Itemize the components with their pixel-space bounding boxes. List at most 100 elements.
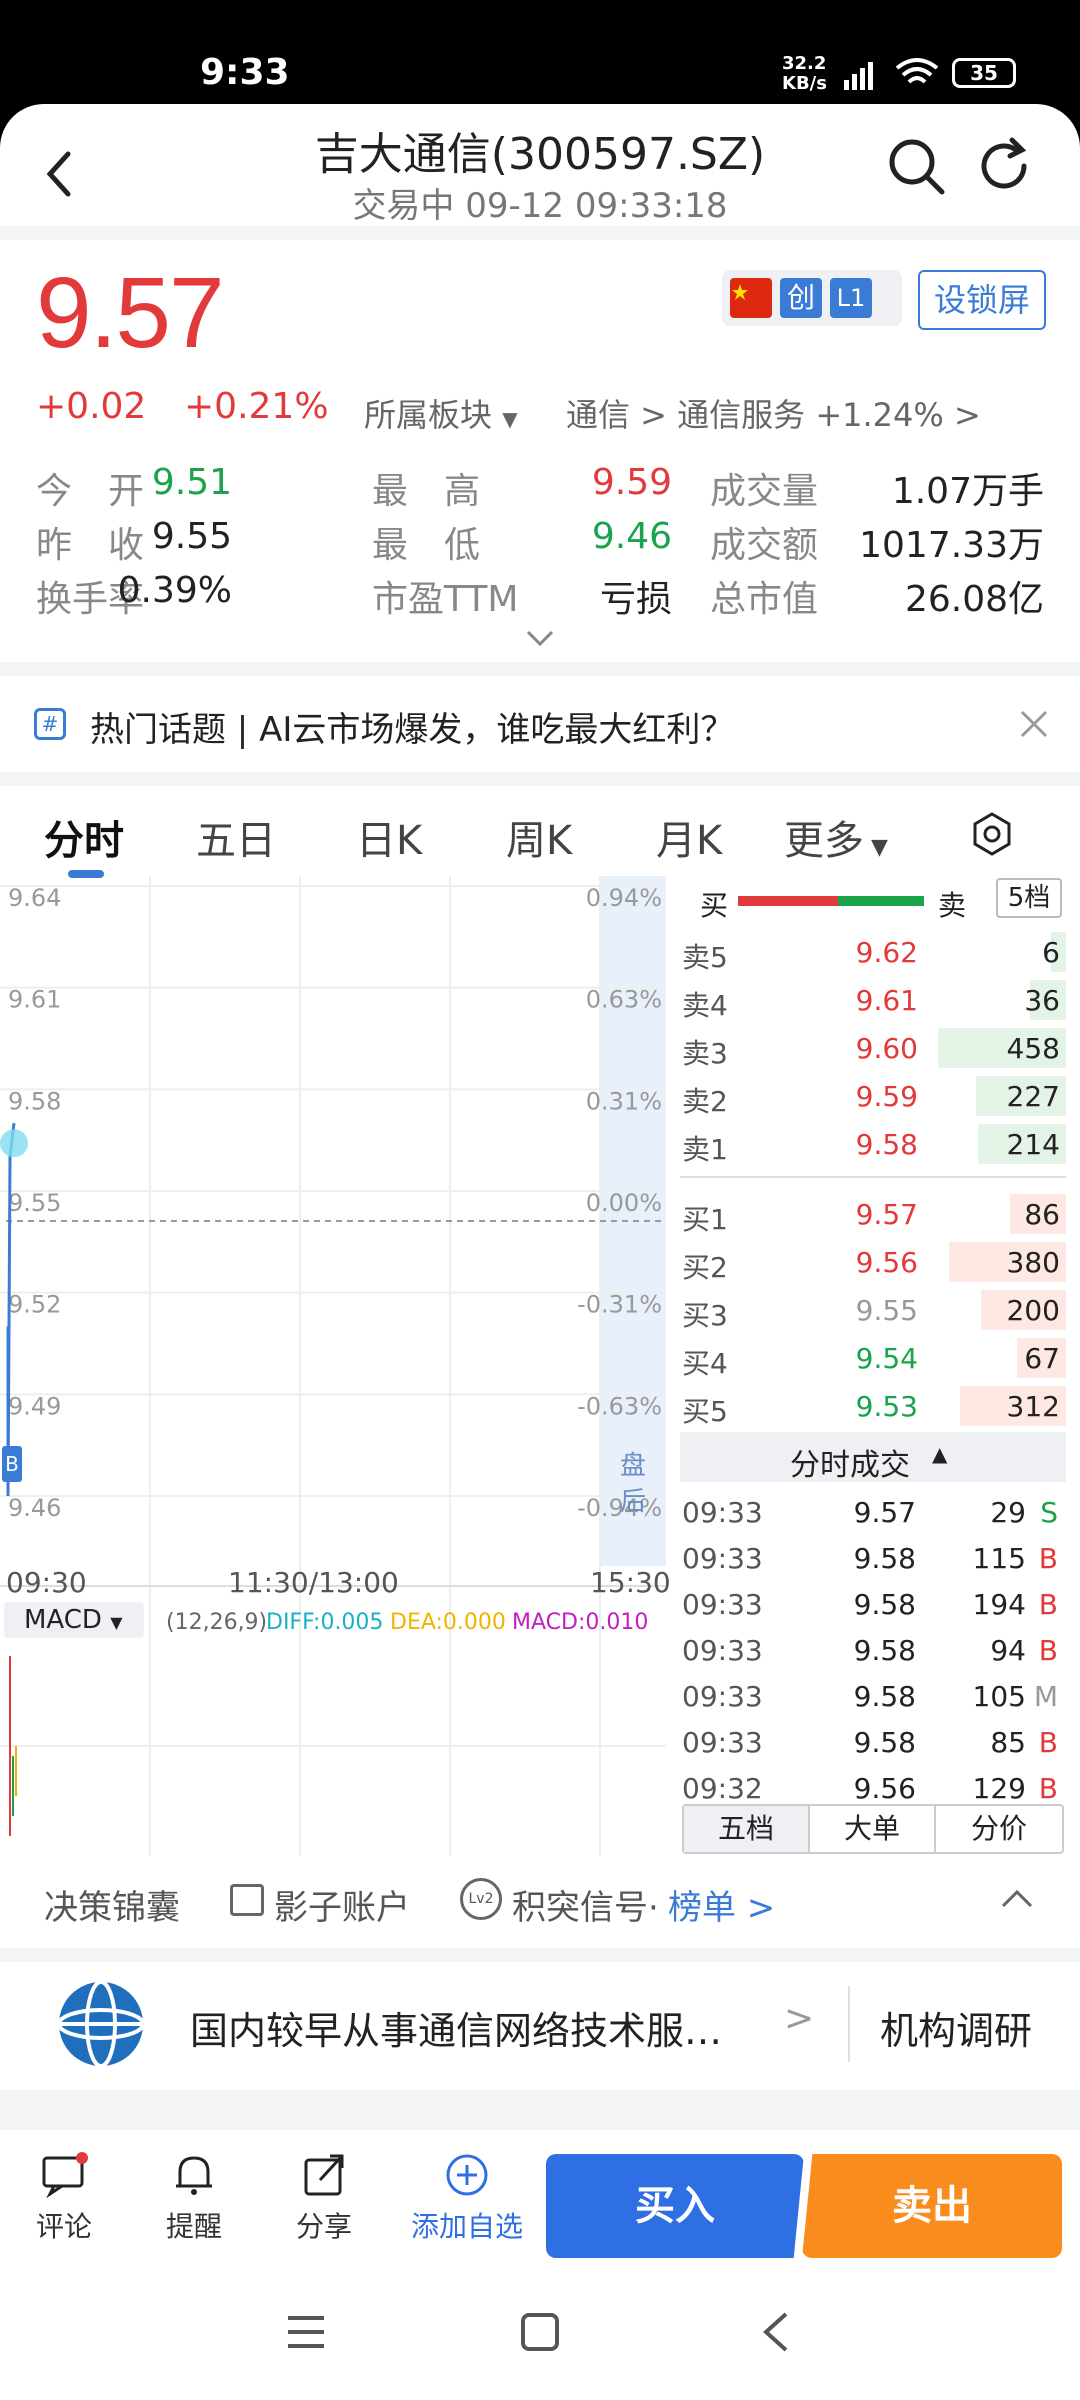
- y-tick-percent-label: 0.00%: [586, 1189, 662, 1217]
- trade-price: 9.58: [853, 1680, 916, 1713]
- trade-time: 09:33: [682, 1496, 763, 1529]
- trade-price: 9.56: [853, 1772, 916, 1805]
- net-speed-value: 32.2: [782, 53, 827, 74]
- ranking-link[interactable]: 榜单 >: [668, 1880, 775, 1929]
- tab-five-day[interactable]: 五日: [196, 808, 276, 866]
- subtab-price-distribution[interactable]: 分价: [936, 1806, 1062, 1852]
- price-change-percent: +0.21%: [184, 386, 329, 427]
- orderbook-row[interactable]: 卖3 9.60 458: [680, 1024, 1066, 1072]
- macd-selector[interactable]: MACD ▼: [4, 1602, 144, 1638]
- decision-kit-link[interactable]: 决策锦囊: [44, 1880, 180, 1929]
- y-tick-label: 9.49: [8, 1392, 61, 1420]
- add-watchlist-button[interactable]: 添加自选: [400, 2152, 534, 2245]
- trade-time: 09:33: [682, 1588, 763, 1621]
- set-lock-screen-button[interactable]: 设锁屏: [918, 270, 1046, 330]
- tools-strip: 决策锦囊 影子账户 Lv2 积突信号· 榜单 >: [0, 1856, 1080, 1948]
- search-icon[interactable]: [884, 134, 948, 198]
- trade-side: B: [1038, 1634, 1058, 1667]
- wifi-icon: [895, 58, 939, 84]
- section-divider: [0, 1948, 1080, 1962]
- share-icon: [304, 2154, 344, 2196]
- macd-name: MACD: [24, 1605, 102, 1635]
- subtab-five-levels[interactable]: 五档: [684, 1806, 810, 1852]
- status-time: 9:33: [200, 52, 290, 93]
- level-label: 卖5: [682, 941, 728, 974]
- refresh-icon[interactable]: [972, 134, 1036, 198]
- trade-side: B: [1038, 1726, 1058, 1759]
- section-divider: [0, 226, 1080, 240]
- buy-button[interactable]: 买入: [546, 2154, 804, 2258]
- stat-value: 9.46: [591, 516, 672, 557]
- stat-label: 最 低: [372, 525, 481, 566]
- alert-label: 提醒: [165, 2210, 222, 2243]
- tab-monthly-k[interactable]: 月K: [656, 808, 722, 866]
- orderbook-row[interactable]: 买2 9.56 380: [680, 1238, 1066, 1286]
- levels-button[interactable]: 5档: [996, 878, 1062, 918]
- level-price: 9.53: [855, 1390, 918, 1423]
- stat-label: 市盈TTM: [372, 579, 519, 620]
- level-volume: 380: [1006, 1246, 1060, 1279]
- level-label: 买4: [682, 1347, 728, 1380]
- trades-header[interactable]: 分时成交 ▲: [680, 1432, 1066, 1483]
- alert-button[interactable]: 提醒: [144, 2152, 244, 2245]
- stat-label: 昨 收: [36, 525, 145, 566]
- add-watchlist-label: 添加自选: [410, 2210, 523, 2243]
- menu-icon[interactable]: [286, 2314, 326, 2350]
- y-tick-percent-label: 0.63%: [586, 986, 662, 1014]
- level-volume: 67: [1024, 1342, 1060, 1375]
- tab-daily-k[interactable]: 日K: [356, 808, 422, 866]
- y-tick-label: 9.46: [8, 1494, 61, 1522]
- level-label: 买2: [682, 1251, 728, 1284]
- tab-intraday[interactable]: 分时: [44, 808, 124, 866]
- home-square-icon[interactable]: [520, 2312, 560, 2352]
- section-divider: [0, 772, 1080, 786]
- subtab-big-orders[interactable]: 大单: [810, 1806, 936, 1852]
- sector-dropdown[interactable]: 所属板块 ▼: [364, 390, 518, 436]
- trade-vol: 94: [990, 1634, 1026, 1667]
- orderbook-row[interactable]: 买1 9.57 86: [680, 1190, 1066, 1238]
- battery-indicator: 35: [952, 58, 1016, 88]
- trade-side: B: [1038, 1588, 1058, 1621]
- shadow-account-link[interactable]: 影子账户: [274, 1880, 410, 1929]
- comment-button[interactable]: 评论: [14, 2152, 114, 2245]
- sell-button[interactable]: 卖出: [802, 2154, 1062, 2258]
- book-separator: [680, 1176, 1066, 1178]
- stat-value: 1017.33万: [859, 525, 1044, 566]
- tab-weekly-k[interactable]: 周K: [506, 808, 572, 866]
- institution-research-link[interactable]: 机构调研: [880, 2000, 1032, 2055]
- stat-label: 成交额: [710, 525, 819, 566]
- orderbook-row[interactable]: 卖1 9.58 214: [680, 1120, 1066, 1168]
- y-tick-label: 9.61: [8, 986, 61, 1014]
- orderbook-row[interactable]: 买5 9.53 312: [680, 1382, 1066, 1430]
- orderbook-row[interactable]: 卖4 9.61 36: [680, 976, 1066, 1024]
- time-start-label: 09:30: [6, 1566, 87, 1599]
- orderbook-row[interactable]: 买3 9.55 200: [680, 1286, 1066, 1334]
- level-volume: 6: [1042, 936, 1060, 969]
- macd-dea: DEA:0.000: [390, 1610, 506, 1635]
- stat-value: 9.55: [151, 516, 232, 557]
- close-icon[interactable]: [1018, 708, 1050, 740]
- orderbook-row[interactable]: 卖5 9.62 6: [680, 928, 1066, 976]
- hot-topic-banner[interactable]: # 热门话题 | AI云市场爆发，谁吃最大红利？: [0, 680, 1080, 772]
- orderbook-row[interactable]: 买4 9.54 67: [680, 1334, 1066, 1382]
- chinext-badge: 创: [780, 278, 822, 318]
- shadow-account-icon: [230, 1884, 264, 1916]
- tab-more[interactable]: 更多 ▼: [784, 808, 888, 866]
- stat-value: 0.39%: [117, 570, 232, 611]
- y-tick-label: 9.64: [8, 884, 61, 912]
- chevron-up-icon[interactable]: [1000, 1888, 1034, 1910]
- order-book-panel: 买 卖 5档 卖5 9.62 6 卖4 9.61 36 卖3 9.60 458 卖2 9.59 227…: [680, 876, 1066, 1856]
- orderbook-row[interactable]: 卖2 9.59 227: [680, 1072, 1066, 1120]
- level-volume: 200: [1006, 1294, 1060, 1327]
- intraday-chart[interactable]: 9.64 0.94% 9.61 0.63% 9.58 0.31% 9.55 0.00% 9.52…: [0, 876, 671, 1856]
- back-triangle-icon[interactable]: [760, 2310, 790, 2354]
- level-label: 卖1: [682, 1133, 728, 1166]
- expand-chevron-icon[interactable]: [524, 628, 556, 648]
- company-description-link[interactable]: 国内较早从事通信网络技术服…: [190, 2000, 722, 2055]
- after-hours-label: 盘后: [620, 1451, 647, 1517]
- sector-path-link[interactable]: 通信 > 通信服务 +1.24% >: [566, 390, 981, 436]
- topic-text: 热门话题 | AI云市场爆发，谁吃最大红利？: [90, 710, 735, 750]
- settings-gear-icon[interactable]: [970, 812, 1014, 856]
- stat-label: 最 高: [372, 471, 481, 512]
- share-button[interactable]: 分享: [274, 2152, 374, 2245]
